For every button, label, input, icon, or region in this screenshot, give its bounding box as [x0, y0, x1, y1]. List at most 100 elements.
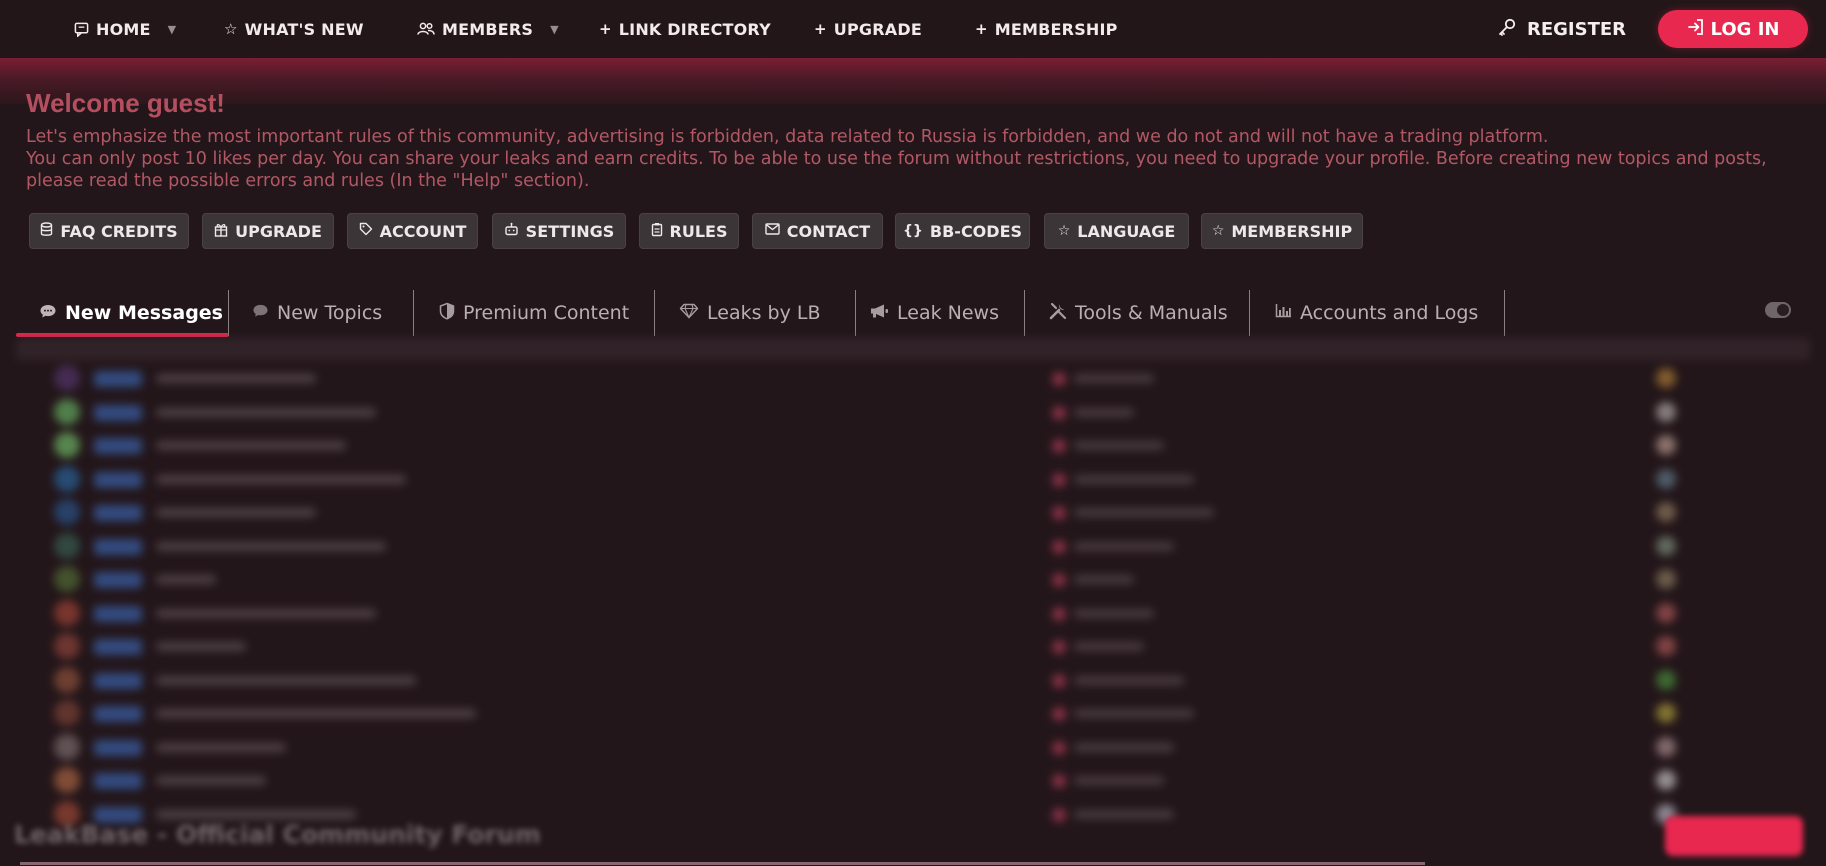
gift-icon	[214, 222, 228, 241]
nav-membership[interactable]: + MEMBERSHIP	[975, 0, 1118, 58]
plus-icon: +	[975, 20, 988, 38]
tab-divider	[413, 290, 414, 336]
table-header	[16, 338, 1810, 360]
nav-members[interactable]: MEMBERS ▼	[417, 0, 559, 58]
user-avatar	[1656, 368, 1676, 388]
account-label: ACCOUNT	[379, 221, 467, 241]
tab-new-topics-label: New Topics	[277, 302, 383, 324]
active-tab-indicator	[16, 333, 229, 337]
membership-button[interactable]: ☆ MEMBERSHIP	[1201, 213, 1363, 249]
settings-button[interactable]: SETTINGS	[492, 213, 626, 249]
footer-title: LeakBase - Official Community Forum	[14, 820, 541, 849]
table-row[interactable]	[16, 463, 1810, 496]
clipboard-icon	[651, 222, 663, 241]
theme-toggle[interactable]	[1765, 302, 1791, 318]
tab-premium-content[interactable]: Premium Content	[439, 290, 629, 336]
tab-new-topics[interactable]: New Topics	[252, 290, 382, 336]
tools-icon	[1049, 302, 1067, 325]
tab-new-messages[interactable]: New Messages	[39, 290, 223, 336]
thread-prefix	[94, 739, 142, 756]
upgrade-label: UPGRADE	[235, 221, 322, 241]
thread-avatar	[54, 767, 80, 793]
table-row[interactable]	[16, 697, 1810, 730]
thread-title-placeholder	[156, 642, 246, 651]
table-row[interactable]	[16, 563, 1810, 596]
thread-avatar	[54, 599, 80, 626]
forum-name-placeholder	[1074, 407, 1134, 417]
faq-credits-button[interactable]: FAQ CREDITS	[29, 213, 189, 249]
tab-leaks-by-lb-label: Leaks by LB	[707, 302, 821, 324]
tab-divider	[1024, 290, 1025, 336]
table-row[interactable]	[16, 731, 1810, 764]
nav-members-label: MEMBERS	[442, 19, 534, 39]
rules-button[interactable]: RULES	[639, 213, 739, 249]
thread-title-placeholder	[156, 776, 266, 785]
forum-icon	[1052, 372, 1066, 386]
bar-chart-icon	[1275, 303, 1292, 323]
tab-leaks-by-lb[interactable]: Leaks by LB	[679, 290, 821, 336]
login-button[interactable]: LOG IN	[1658, 10, 1808, 48]
welcome-notice: Let's emphasize the most important rules…	[26, 126, 1806, 192]
user-avatar	[1656, 502, 1676, 522]
nav-link-directory[interactable]: + LINK DIRECTORY	[599, 0, 771, 58]
nav-upgrade-label: UPGRADE	[833, 19, 922, 39]
tab-accounts-and-logs-label: Accounts and Logs	[1300, 302, 1479, 324]
thread-prefix	[94, 773, 142, 789]
table-row[interactable]	[16, 530, 1810, 563]
table-row[interactable]	[16, 664, 1810, 697]
faq-credits-label: FAQ CREDITS	[60, 221, 178, 241]
table-row[interactable]	[16, 429, 1810, 462]
forum-name-placeholder	[1074, 742, 1174, 752]
forum-icon	[1052, 472, 1066, 487]
tab-leak-news[interactable]: Leak News	[869, 290, 999, 336]
chevron-down-icon[interactable]: ▼	[168, 23, 177, 36]
header-glow	[0, 58, 1826, 104]
content-tabs: New Messages New Topics Premium Content …	[16, 290, 1810, 337]
register-link[interactable]: REGISTER	[1497, 0, 1626, 58]
tab-divider	[654, 290, 655, 336]
forum-name-placeholder	[1074, 642, 1144, 651]
chevron-down-icon[interactable]: ▼	[550, 23, 559, 36]
thread-prefix	[94, 538, 142, 555]
forum-icon	[1052, 506, 1066, 520]
nav-whats-new[interactable]: ☆ WHAT'S NEW	[224, 0, 364, 58]
contact-button[interactable]: CONTACT	[752, 213, 883, 249]
nav-home[interactable]: HOME ▼	[74, 0, 176, 58]
thread-avatar	[54, 398, 80, 425]
robot-icon	[504, 222, 519, 240]
upgrade-button[interactable]: UPGRADE	[202, 213, 334, 249]
tab-leak-news-label: Leak News	[897, 302, 999, 324]
nav-link-directory-label: LINK DIRECTORY	[618, 19, 771, 39]
bb-codes-button[interactable]: {} BB-CODES	[895, 213, 1030, 249]
forum-icon	[1052, 707, 1066, 721]
forum-icon	[1052, 673, 1066, 688]
language-button[interactable]: ☆ LANGUAGE	[1044, 213, 1189, 249]
table-row[interactable]	[16, 597, 1810, 630]
thread-avatar	[54, 633, 80, 659]
tab-new-messages-label: New Messages	[65, 302, 223, 324]
nav-upgrade[interactable]: + UPGRADE	[814, 0, 922, 58]
tab-accounts-and-logs[interactable]: Accounts and Logs	[1275, 290, 1478, 336]
thread-title-placeholder	[156, 407, 376, 417]
table-row[interactable]	[16, 630, 1810, 663]
table-row[interactable]	[16, 496, 1810, 529]
table-row[interactable]	[16, 362, 1810, 395]
thread-prefix	[94, 371, 142, 387]
thread-avatar	[54, 566, 80, 592]
table-row[interactable]	[16, 396, 1810, 429]
thread-avatar	[54, 432, 80, 458]
thread-avatar	[54, 666, 80, 693]
thread-title-placeholder	[156, 441, 346, 450]
floating-action-button[interactable]	[1665, 816, 1803, 856]
forum-icon	[1052, 740, 1066, 755]
nav-membership-label: MEMBERSHIP	[994, 19, 1118, 39]
table-row[interactable]	[16, 764, 1810, 797]
account-button[interactable]: ACCOUNT	[347, 213, 478, 249]
thread-title-placeholder	[156, 508, 316, 517]
star-icon: ☆	[224, 20, 238, 38]
thread-prefix	[94, 438, 142, 454]
tab-tools-manuals[interactable]: Tools & Manuals	[1049, 290, 1228, 336]
settings-label: SETTINGS	[525, 221, 615, 241]
user-avatar	[1656, 602, 1676, 623]
thread-title-placeholder	[156, 575, 216, 584]
